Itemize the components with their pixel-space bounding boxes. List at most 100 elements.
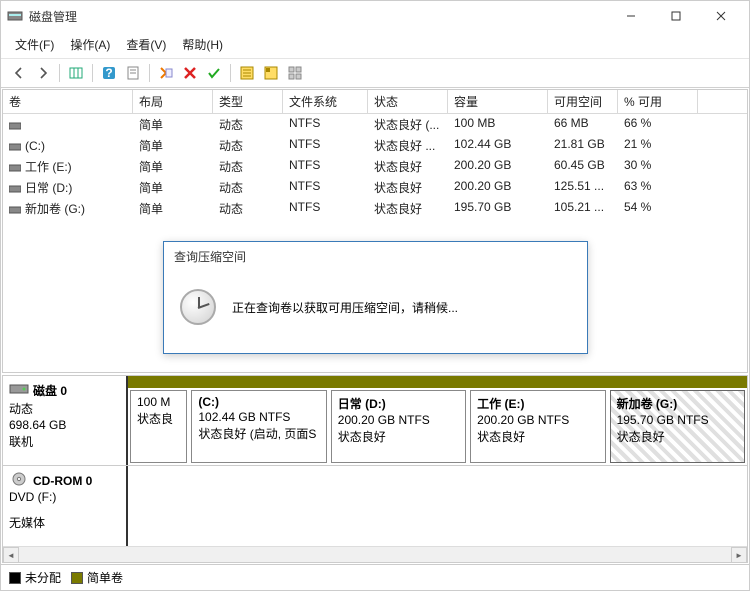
vol-name: 新加卷 (G:): [25, 200, 85, 217]
col-fs[interactable]: 文件系统: [283, 90, 368, 113]
cdrom-header[interactable]: CD-ROM 0 DVD (F:) 无媒体: [3, 466, 128, 546]
scroll-left-button[interactable]: ◄: [3, 547, 19, 563]
disk-capacity: 698.64 GB: [9, 418, 120, 432]
vol-status: 状态良好: [368, 178, 448, 197]
partition-box[interactable]: 新加卷 (G:)195.70 GB NTFS状态良好: [610, 390, 745, 463]
swatch-olive: [71, 572, 83, 584]
settings-check-icon[interactable]: [203, 62, 225, 84]
minimize-button[interactable]: [608, 1, 653, 31]
back-button[interactable]: [8, 62, 30, 84]
volume-icon: [9, 162, 21, 172]
menu-action[interactable]: 操作(A): [62, 33, 118, 56]
vol-layout: 简单: [133, 199, 213, 218]
partition-size: 100 M: [137, 395, 180, 409]
vol-fs: NTFS: [283, 136, 368, 155]
swatch-black: [9, 572, 21, 584]
close-button[interactable]: [698, 1, 743, 31]
legend-unallocated: 未分配: [9, 569, 61, 586]
vol-name: (C:): [25, 139, 45, 153]
vol-type: 动态: [213, 136, 283, 155]
vol-free: 125.51 ...: [548, 178, 618, 197]
help-icon[interactable]: ?: [98, 62, 120, 84]
col-layout[interactable]: 布局: [133, 90, 213, 113]
partition-box[interactable]: 日常 (D:)200.20 GB NTFS状态良好: [331, 390, 466, 463]
disk-color-bar: [128, 376, 747, 388]
toolbar-separator: [149, 64, 150, 82]
col-free[interactable]: 可用空间: [548, 90, 618, 113]
vol-layout: 简单: [133, 157, 213, 176]
disk-name: 磁盘 0: [33, 382, 67, 399]
vol-name: 日常 (D:): [25, 179, 72, 196]
table-row[interactable]: 工作 (E:)简单动态NTFS状态良好200.20 GB60.45 GB30 %: [3, 156, 747, 177]
show-hide-icon[interactable]: [155, 62, 177, 84]
vol-capacity: 102.44 GB: [448, 136, 548, 155]
disk-type: 动态: [9, 400, 120, 417]
properties-icon[interactable]: [122, 62, 144, 84]
maximize-button[interactable]: [653, 1, 698, 31]
vol-layout: 简单: [133, 178, 213, 197]
delete-icon[interactable]: [179, 62, 201, 84]
col-capacity[interactable]: 容量: [448, 90, 548, 113]
vol-status: 状态良好: [368, 199, 448, 218]
vol-capacity: 200.20 GB: [448, 157, 548, 176]
partition-box[interactable]: (C:)102.44 GB NTFS状态良好 (启动, 页面S: [191, 390, 326, 463]
volume-icon: [9, 141, 21, 151]
disk-icon: [9, 382, 29, 399]
vol-layout: 简单: [133, 136, 213, 155]
vol-fs: NTFS: [283, 157, 368, 176]
partition-size: 102.44 GB NTFS: [198, 410, 319, 424]
vol-fs: NTFS: [283, 115, 368, 134]
vol-layout: 简单: [133, 115, 213, 134]
vol-fs: NTFS: [283, 199, 368, 218]
partition-box[interactable]: 100 M状态良: [130, 390, 187, 463]
vol-status: 状态良好 (...: [368, 115, 448, 134]
table-header: 卷 布局 类型 文件系统 状态 容量 可用空间 % 可用: [3, 90, 747, 114]
menu-help[interactable]: 帮助(H): [174, 33, 231, 56]
disk-status: 联机: [9, 433, 120, 450]
scrollbar-horizontal[interactable]: ◄ ►: [3, 546, 747, 562]
partition-status: 状态良好 (启动, 页面S: [198, 425, 319, 442]
vol-pct: 54 %: [618, 199, 698, 218]
col-type[interactable]: 类型: [213, 90, 283, 113]
partition-size: 195.70 GB NTFS: [617, 413, 738, 427]
list-detail-icon[interactable]: [260, 62, 282, 84]
partition-box[interactable]: 工作 (E:)200.20 GB NTFS状态良好: [470, 390, 605, 463]
partition-size: 200.20 GB NTFS: [477, 413, 598, 427]
vol-status: 状态良好 ...: [368, 136, 448, 155]
forward-button[interactable]: [32, 62, 54, 84]
window-title: 磁盘管理: [29, 8, 608, 25]
volume-icon: [9, 120, 21, 130]
table-row[interactable]: 新加卷 (G:)简单动态NTFS状态良好195.70 GB105.21 ...5…: [3, 198, 747, 219]
vol-capacity: 100 MB: [448, 115, 548, 134]
dialog-title: 查询压缩空间: [164, 242, 587, 271]
menu-view[interactable]: 查看(V): [118, 33, 174, 56]
scroll-right-button[interactable]: ►: [731, 547, 747, 563]
col-volume[interactable]: 卷: [3, 90, 133, 113]
toolbar-separator: [92, 64, 93, 82]
partition-status: 状态良好: [617, 428, 738, 445]
list-icon[interactable]: [236, 62, 258, 84]
svg-text:?: ?: [105, 66, 112, 80]
view-columns-icon[interactable]: [65, 62, 87, 84]
menu-bar: 文件(F) 操作(A) 查看(V) 帮助(H): [1, 31, 749, 59]
table-row[interactable]: (C:)简单动态NTFS状态良好 ...102.44 GB21.81 GB21 …: [3, 135, 747, 156]
partition-name: 新加卷 (G:): [617, 395, 738, 412]
table-row[interactable]: 日常 (D:)简单动态NTFS状态良好200.20 GB125.51 ...63…: [3, 177, 747, 198]
disk-header-0[interactable]: 磁盘 0 动态 698.64 GB 联机: [3, 376, 128, 465]
toolbar: ?: [1, 59, 749, 88]
menu-file[interactable]: 文件(F): [7, 33, 62, 56]
legend-simple: 简单卷: [71, 569, 123, 586]
col-pct[interactable]: % 可用: [618, 90, 698, 113]
vol-type: 动态: [213, 157, 283, 176]
vol-pct: 66 %: [618, 115, 698, 134]
col-status[interactable]: 状态: [368, 90, 448, 113]
table-row[interactable]: 简单动态NTFS状态良好 (...100 MB66 MB66 %: [3, 114, 747, 135]
vol-pct: 21 %: [618, 136, 698, 155]
disk-partitions-0: 100 M状态良(C:)102.44 GB NTFS状态良好 (启动, 页面S日…: [128, 376, 747, 465]
vol-free: 66 MB: [548, 115, 618, 134]
clock-icon: [180, 289, 216, 325]
partition-status: 状态良好: [338, 428, 459, 445]
partition-status: 状态良好: [477, 428, 598, 445]
vol-fs: NTFS: [283, 178, 368, 197]
grid-icon[interactable]: [284, 62, 306, 84]
